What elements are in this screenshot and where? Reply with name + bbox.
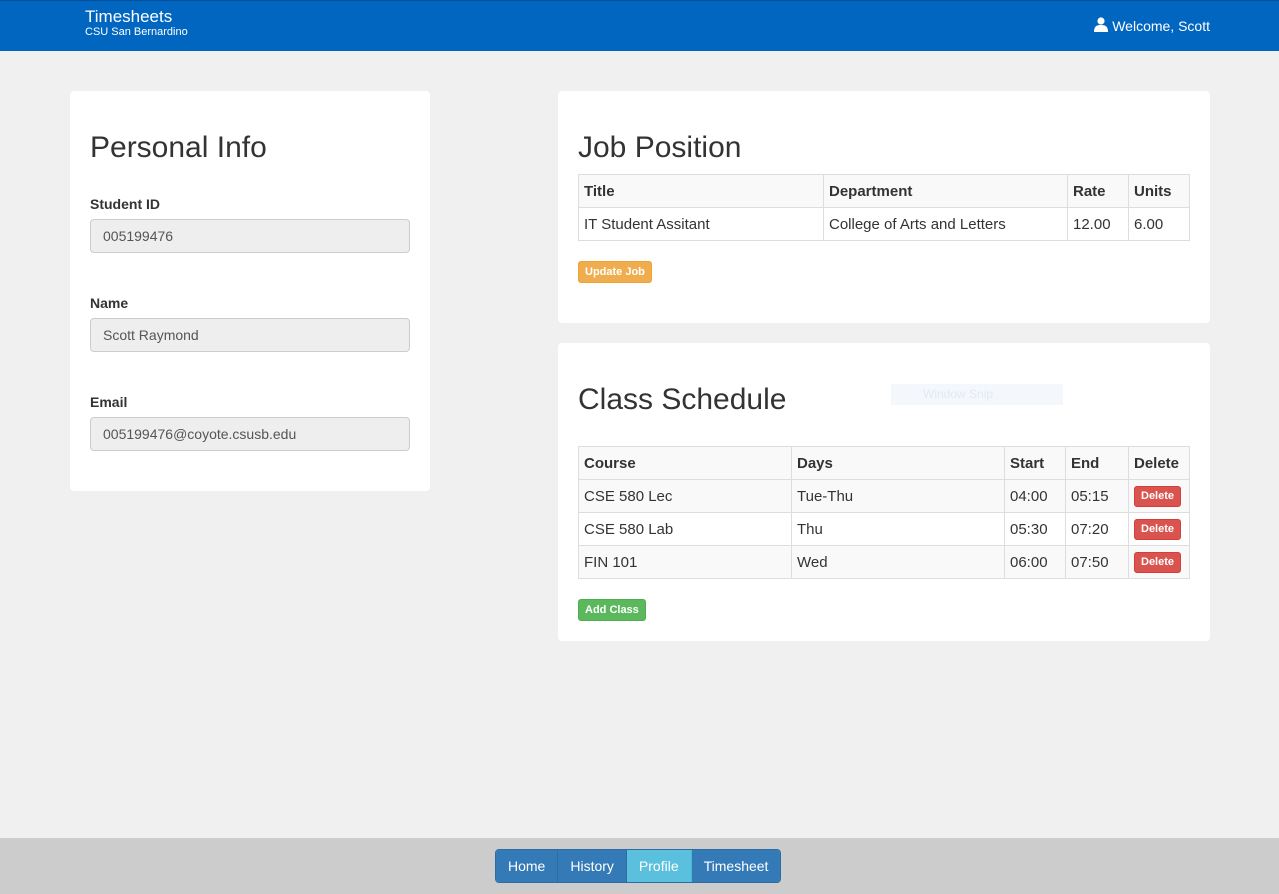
update-job-button[interactable]: Update Job [578,261,652,283]
user-icon [1094,17,1109,35]
start-cell: 05:30 [1004,512,1066,546]
column-header: End [1065,446,1129,480]
course-cell: CSE 580 Lec [578,479,792,513]
welcome-user[interactable]: Welcome, Scott [1094,17,1210,35]
table-row: IT Student Assitant College of Arts and … [578,207,1190,241]
column-header: Days [791,446,1005,480]
delete-button[interactable]: Delete [1134,551,1182,573]
days-cell: Wed [791,545,1005,579]
job-position-panel: Job Position Title Department Rate Units… [558,91,1210,323]
email-field[interactable]: 005199476@coyote.csusb.edu [90,417,410,451]
column-header: Department [823,174,1068,208]
email-label: Email [90,394,128,410]
column-header: Rate [1067,174,1129,208]
brand[interactable]: Timesheets CSU San Bernardino [85,7,188,38]
job-table-header: Title Department Rate Units [578,174,1190,208]
class-schedule-panel: Class Schedule Course Days Start End Del… [558,343,1210,641]
column-header: Delete [1128,446,1190,480]
table-row: FIN 101 Wed 06:00 07:50 Delete [578,545,1190,579]
delete-cell: Delete [1128,479,1190,513]
delete-button[interactable]: Delete [1134,518,1182,540]
course-cell: FIN 101 [578,545,792,579]
welcome-text: Welcome, Scott [1112,18,1210,34]
class-table: Course Days Start End Delete CSE 580 Lec… [578,446,1190,579]
student-id-label: Student ID [90,196,160,212]
student-id-field[interactable]: 005199476 [90,219,410,253]
days-cell: Tue-Thu [791,479,1005,513]
name-field[interactable]: Scott Raymond [90,318,410,352]
job-rate-cell: 12.00 [1067,207,1129,241]
app-title[interactable]: Timesheets [85,7,188,26]
column-header: Course [578,446,792,480]
footer-bar: Home History Profile Timesheet [0,838,1279,894]
app-subtitle: CSU San Bernardino [85,26,188,38]
class-table-header: Course Days Start End Delete [578,446,1190,480]
job-department-cell: College of Arts and Letters [823,207,1068,241]
footer-nav: Home History Profile Timesheet [495,849,782,883]
days-cell: Thu [791,512,1005,546]
nav-timesheet-button[interactable]: Timesheet [691,850,781,882]
delete-cell: Delete [1128,512,1190,546]
name-label: Name [90,295,129,311]
course-cell: CSE 580 Lab [578,512,792,546]
delete-button[interactable]: Delete [1134,485,1182,507]
add-class-button[interactable]: Add Class [578,599,646,621]
table-row: CSE 580 Lec Tue-Thu 04:00 05:15 Delete [578,479,1190,513]
nav-history-button[interactable]: History [558,850,627,882]
nav-profile-button[interactable]: Profile [626,850,692,882]
table-row: CSE 580 Lab Thu 05:30 07:20 Delete [578,512,1190,546]
end-cell: 07:50 [1065,545,1129,579]
start-cell: 06:00 [1004,545,1066,579]
column-header: Title [578,174,824,208]
nav-home-button[interactable]: Home [496,850,559,882]
job-table: Title Department Rate Units IT Student A… [578,174,1190,241]
personal-info-panel: Personal Info Student ID 005199476 Name … [70,91,430,491]
personal-info-heading: Personal Info [90,131,267,164]
job-title-cell: IT Student Assitant [578,207,824,241]
end-cell: 07:20 [1065,512,1129,546]
column-header: Start [1004,446,1066,480]
column-header: Units [1128,174,1190,208]
start-cell: 04:00 [1004,479,1066,513]
class-schedule-heading: Class Schedule [578,383,787,416]
window-snip-overlay: Window Snip [891,384,1063,405]
job-position-heading: Job Position [578,131,742,164]
top-navbar: Timesheets CSU San Bernardino Welcome, S… [0,0,1279,51]
end-cell: 05:15 [1065,479,1129,513]
delete-cell: Delete [1128,545,1190,579]
job-units-cell: 6.00 [1128,207,1190,241]
